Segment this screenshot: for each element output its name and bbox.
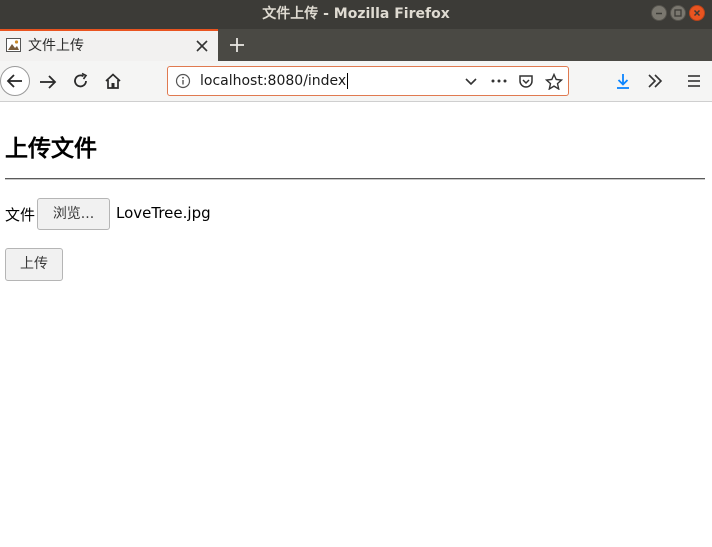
selected-file-name: LoveTree.jpg [116,204,211,222]
back-arrow-icon [6,74,22,88]
window-titlebar: 文件上传 - Mozilla Firefox [0,0,712,29]
url-input[interactable]: localhost:8080/index [200,67,349,95]
navigation-toolbar: localhost:8080/index [0,61,712,102]
window-title: 文件上传 - Mozilla Firefox [262,6,450,22]
chevron-down-icon[interactable] [463,73,479,89]
tab-active[interactable]: 文件上传 [0,29,218,61]
tab-strip: 文件上传 [0,29,712,61]
close-tab-icon[interactable] [195,39,209,53]
upload-button[interactable]: 上传 [5,248,63,281]
maximize-button[interactable] [670,5,686,21]
divider [5,178,705,180]
hamburger-menu-icon[interactable] [686,73,702,89]
reload-icon[interactable] [72,72,90,90]
tab-title: 文件上传 [28,38,84,54]
overflow-chevron-icon[interactable] [646,73,664,89]
close-window-button[interactable] [689,5,705,21]
minimize-button[interactable] [651,5,667,21]
new-tab-icon[interactable] [229,37,245,53]
address-bar[interactable]: localhost:8080/index [167,66,569,96]
home-icon[interactable] [104,72,122,90]
text-caret [347,73,349,89]
back-button[interactable] [0,66,30,96]
pocket-icon[interactable] [518,73,534,89]
browse-button[interactable]: 浏览... [37,198,110,230]
more-actions-icon[interactable] [490,73,508,89]
info-icon[interactable] [175,73,191,89]
page-title: 上传文件 [5,136,97,162]
forward-arrow-icon[interactable] [38,73,58,91]
bookmark-star-icon[interactable] [545,73,563,90]
image-icon [6,38,21,52]
download-icon[interactable] [614,72,632,90]
file-label: 文件 [5,206,36,224]
